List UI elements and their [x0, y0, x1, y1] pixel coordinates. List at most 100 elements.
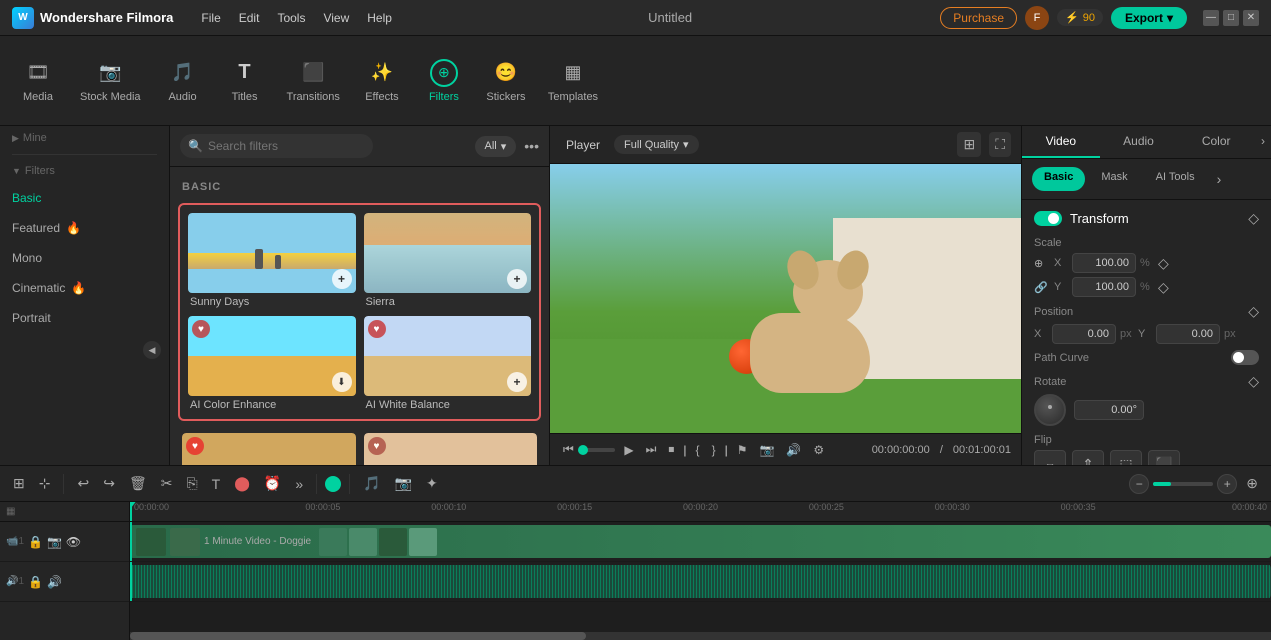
- scale-x-input[interactable]: [1072, 253, 1136, 273]
- tl-undo-button[interactable]: ↩: [72, 472, 94, 495]
- left-section-mine[interactable]: ▶ Mine: [0, 126, 169, 150]
- menu-view[interactable]: View: [315, 7, 357, 29]
- tool-templates[interactable]: ▦ Templates: [538, 51, 608, 111]
- subtab-ai-tools[interactable]: AI Tools: [1144, 167, 1207, 191]
- sidebar-item-featured[interactable]: Featured 🔥: [0, 213, 169, 243]
- subtab-mask[interactable]: Mask: [1089, 167, 1139, 191]
- tool-stock-media[interactable]: 📷 Stock Media: [70, 51, 151, 111]
- audio-clip[interactable]: [130, 565, 1271, 598]
- tl-video-eye-icon[interactable]: 👁: [66, 535, 81, 549]
- tl-select-button[interactable]: ⊹: [34, 472, 56, 495]
- sidebar-item-cinematic[interactable]: Cinematic 🔥: [0, 273, 169, 303]
- player-skip-forward-button[interactable]: ⏭: [643, 440, 660, 459]
- tool-filters[interactable]: ⊕ Filters: [414, 51, 474, 111]
- filter-more-button[interactable]: •••: [524, 138, 539, 154]
- collapse-panel-button[interactable]: ◀: [143, 341, 161, 359]
- timeline-scrollbar[interactable]: [130, 632, 1271, 640]
- tl-delete-button[interactable]: 🗑: [124, 472, 152, 495]
- tool-stickers[interactable]: 😊 Stickers: [476, 51, 536, 111]
- tab-more-button[interactable]: ›: [1255, 126, 1271, 158]
- filter-fav-ai-color-button[interactable]: ♥: [192, 320, 210, 338]
- filter-fav-more-1[interactable]: ♥: [186, 437, 204, 455]
- sidebar-item-mono[interactable]: Mono: [0, 243, 169, 273]
- subtab-basic[interactable]: Basic: [1032, 167, 1085, 191]
- player-mark-out-button[interactable]: }: [709, 441, 719, 459]
- tool-effects[interactable]: ✨ Effects: [352, 51, 412, 111]
- filter-download-ai-color-button[interactable]: ⬇: [332, 372, 352, 392]
- scale-y-input[interactable]: [1072, 277, 1136, 297]
- transform-keyframe-button[interactable]: ◇: [1248, 210, 1259, 227]
- tl-video-lock-icon[interactable]: 🔒: [28, 535, 43, 549]
- filter-fav-ai-white-button[interactable]: ♥: [368, 320, 386, 338]
- tl-redo-button[interactable]: ↪: [98, 472, 120, 495]
- tab-video[interactable]: Video: [1022, 126, 1100, 158]
- tl-history-button[interactable]: ⏰: [259, 472, 286, 495]
- tl-magic-button[interactable]: ✦: [421, 472, 443, 495]
- filter-sunny-days[interactable]: + Sunny Days: [188, 213, 356, 308]
- flip-horizontal-button[interactable]: ⇔: [1034, 450, 1066, 465]
- position-y-input[interactable]: [1156, 324, 1220, 344]
- tl-record-dot[interactable]: [325, 476, 341, 492]
- player-stop-button[interactable]: ⏹: [665, 440, 677, 459]
- scale-y-keyframe-button[interactable]: ◇: [1158, 279, 1169, 296]
- menu-help[interactable]: Help: [359, 7, 400, 29]
- export-button[interactable]: Export ▾: [1111, 7, 1187, 29]
- minimize-button[interactable]: —: [1203, 10, 1219, 26]
- filter-more-1[interactable]: ♥: [182, 433, 356, 465]
- tl-more-button[interactable]: »: [290, 473, 308, 495]
- close-button[interactable]: ✕: [1243, 10, 1259, 26]
- scale-x-keyframe-button[interactable]: ◇: [1158, 255, 1169, 272]
- player-add-marker-button[interactable]: ⚑: [734, 441, 751, 459]
- transform-toggle[interactable]: [1034, 211, 1062, 226]
- tl-zoom-out-button[interactable]: −: [1129, 474, 1149, 494]
- sidebar-item-portrait[interactable]: Portrait: [0, 303, 169, 333]
- video-clip[interactable]: 1 Minute Video - Doggie: [130, 525, 1271, 558]
- player-play-button[interactable]: ▶: [621, 441, 636, 459]
- quality-selector[interactable]: Full Quality ▾: [614, 135, 699, 154]
- tl-marker-button[interactable]: ⬤: [229, 472, 255, 495]
- maximize-button[interactable]: □: [1223, 10, 1239, 26]
- tl-zoom-slider[interactable]: [1153, 482, 1213, 486]
- tab-audio[interactable]: Audio: [1100, 126, 1178, 158]
- player-snapshot-button[interactable]: 📷: [756, 441, 777, 459]
- tool-audio[interactable]: 🎵 Audio: [153, 51, 213, 111]
- flip-option-4-button[interactable]: ⬛: [1148, 450, 1180, 465]
- tl-layout-button[interactable]: ⊞: [8, 472, 30, 495]
- filter-add-sunny-days-button[interactable]: +: [332, 269, 352, 289]
- tl-copy-button[interactable]: ⎘: [181, 472, 202, 495]
- flip-vertical-button[interactable]: ⇕: [1072, 450, 1104, 465]
- tl-zoom-in-button[interactable]: +: [1217, 474, 1237, 494]
- tab-color[interactable]: Color: [1177, 126, 1255, 158]
- tl-add-track-button[interactable]: ⊕: [1241, 472, 1263, 495]
- player-volume-button[interactable]: 🔊: [783, 441, 804, 459]
- menu-file[interactable]: File: [193, 7, 228, 29]
- tl-audio-lock-icon[interactable]: 🔒: [28, 575, 43, 589]
- position-keyframe-button[interactable]: ◇: [1248, 303, 1259, 320]
- progress-bar[interactable]: [583, 448, 616, 452]
- tl-text-button[interactable]: T: [207, 473, 226, 495]
- rotate-keyframe-button[interactable]: ◇: [1248, 373, 1259, 390]
- left-section-filters[interactable]: ▼ Filters: [0, 159, 169, 183]
- tl-audio-track-button[interactable]: 🎵: [358, 472, 385, 495]
- search-input[interactable]: [180, 134, 373, 158]
- menu-edit[interactable]: Edit: [231, 7, 268, 29]
- filter-add-sierra-button[interactable]: +: [507, 269, 527, 289]
- filter-add-ai-white-button[interactable]: +: [507, 372, 527, 392]
- flip-option-3-button[interactable]: ⬚: [1110, 450, 1142, 465]
- menu-tools[interactable]: Tools: [269, 7, 313, 29]
- position-x-input[interactable]: [1052, 324, 1116, 344]
- subtab-more-button[interactable]: ›: [1211, 167, 1228, 191]
- rotate-value-input[interactable]: [1074, 400, 1144, 420]
- player-skip-back-button[interactable]: ⏮: [560, 440, 577, 459]
- sidebar-item-basic[interactable]: Basic: [0, 183, 169, 213]
- filter-fav-more-2[interactable]: ♥: [368, 437, 386, 455]
- tl-audio-speaker-icon[interactable]: 🔊: [47, 575, 62, 589]
- filter-more-2[interactable]: ♥: [364, 433, 538, 465]
- tool-media[interactable]: 🎞 Media: [8, 51, 68, 111]
- tl-cut-button[interactable]: ✂: [156, 472, 178, 495]
- player-grid-view-button[interactable]: ⊞: [957, 132, 981, 157]
- filter-ai-color-enhance[interactable]: ♥ ⬇ AI Color Enhance: [188, 316, 356, 411]
- player-fullscreen-button[interactable]: ⛶: [989, 132, 1011, 157]
- tool-titles[interactable]: T Titles: [215, 51, 275, 111]
- tl-video-camera-icon[interactable]: 📷: [47, 535, 62, 549]
